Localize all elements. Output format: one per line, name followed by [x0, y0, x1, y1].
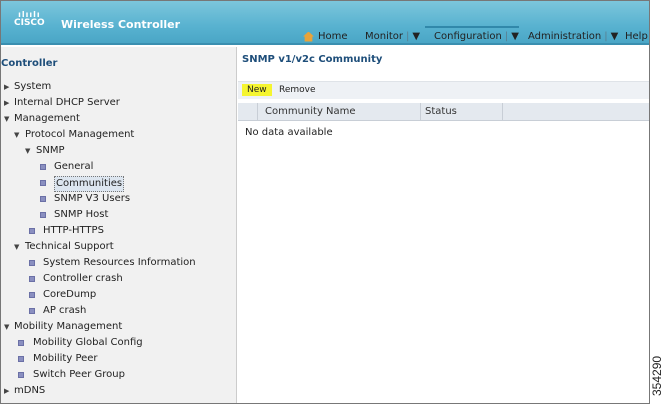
nav-administration[interactable]: Administration | ▼ [528, 28, 618, 45]
sidebar-item-mdns[interactable]: ▶ mDNS [1, 384, 237, 398]
sidebar-item-management[interactable]: ▼ Management [1, 112, 237, 126]
home-icon [303, 31, 314, 42]
chevron-down-icon: ▼ [511, 31, 519, 42]
sidebar-item-label: AP crash [43, 305, 87, 316]
nav-label: Configuration [434, 31, 502, 42]
bullet-icon [29, 308, 35, 314]
nav-help[interactable]: Help [625, 28, 648, 45]
bullet-icon [29, 260, 35, 266]
sidebar-item-label: Management [14, 113, 80, 124]
app-title: Wireless Controller [61, 18, 181, 31]
chevron-down-icon: ▼ [412, 31, 421, 42]
column-status[interactable]: Status [421, 103, 503, 121]
bullet-icon [29, 292, 35, 298]
sidebar-item-mobility-global-config[interactable]: Mobility Global Config [1, 336, 237, 350]
header: ılıılı CISCO Wireless Controller Home Mon… [1, 1, 649, 45]
sidebar-item-label: Technical Support [25, 241, 114, 252]
column-community-name[interactable]: Community Name [258, 103, 421, 121]
sidebar-item-label: Mobility Global Config [33, 337, 143, 348]
sidebar-item-label: HTTP-HTTPS [43, 225, 104, 236]
sidebar-item-snmp-host[interactable]: SNMP Host [1, 208, 237, 222]
new-button[interactable]: New [242, 84, 272, 96]
nav-label: Monitor [365, 31, 404, 42]
sidebar-item-snmp-v3-users[interactable]: SNMP V3 Users [1, 192, 237, 206]
collapsed-arrow-icon[interactable]: ▶ [4, 96, 9, 110]
sidebar-item-label: Protocol Management [25, 129, 135, 140]
collapsed-arrow-icon[interactable]: ▶ [4, 384, 9, 398]
nav-monitor[interactable]: Monitor | ▼ [365, 28, 420, 45]
nav-label: Home [318, 31, 348, 42]
bullet-icon [40, 212, 46, 218]
sidebar-item-snmp[interactable]: ▼ SNMP [1, 144, 237, 158]
nav-label: Administration [528, 31, 602, 42]
expanded-arrow-icon[interactable]: ▼ [14, 240, 19, 254]
sidebar-item-label: mDNS [14, 385, 46, 396]
sidebar: Controller ▶ System ▶ Internal DHCP Server ▼… [1, 47, 237, 403]
expanded-arrow-icon[interactable]: ▼ [25, 144, 30, 158]
sidebar-item-general[interactable]: General [1, 160, 237, 174]
sidebar-item-technical-support[interactable]: ▼ Technical Support [1, 240, 237, 254]
cisco-logo: ılıılı CISCO [14, 10, 45, 28]
toolbar: New Remove [238, 81, 649, 99]
sidebar-item-label: SNMP [36, 145, 65, 156]
sidebar-item-ap-crash[interactable]: AP crash [1, 304, 237, 318]
sidebar-item-mobility-peer[interactable]: Mobility Peer [1, 352, 237, 366]
sidebar-item-label: System Resources Information [43, 257, 196, 268]
remove-button[interactable]: Remove [279, 85, 316, 95]
table-header: Community Name Status [238, 103, 649, 121]
app-window: ılıılı CISCO Wireless Controller Home Mon… [0, 0, 650, 404]
collapsed-arrow-icon[interactable]: ▶ [4, 80, 9, 94]
bullet-icon [40, 180, 46, 186]
bullet-icon [18, 340, 24, 346]
expanded-arrow-icon[interactable]: ▼ [4, 112, 9, 126]
sidebar-item-mobility-management[interactable]: ▼ Mobility Management [1, 320, 237, 334]
nav-home[interactable]: Home [303, 28, 348, 45]
main-content: SNMP v1/v2c Community New Remove Communi… [238, 47, 649, 403]
select-column [238, 103, 258, 121]
bullet-icon [40, 196, 46, 202]
chevron-down-icon: ▼ [610, 31, 619, 42]
sidebar-item-label: System [14, 81, 52, 92]
sidebar-item-communities[interactable]: Communities [1, 176, 237, 192]
sidebar-item-label: General [54, 161, 94, 172]
sidebar-item-label: Switch Peer Group [33, 369, 125, 380]
sidebar-title: Controller [1, 58, 58, 69]
sidebar-item-system[interactable]: ▶ System [1, 80, 237, 94]
nav-label: Help [625, 31, 648, 42]
sidebar-item-internal-dhcp-server[interactable]: ▶ Internal DHCP Server [1, 96, 237, 110]
sidebar-item-http-https[interactable]: HTTP-HTTPS [1, 224, 237, 238]
sidebar-item-label: Internal DHCP Server [14, 97, 120, 108]
sidebar-item-label: Mobility Management [14, 321, 123, 332]
page-title: SNMP v1/v2c Community [242, 54, 383, 65]
expanded-arrow-icon[interactable]: ▼ [14, 128, 19, 142]
expanded-arrow-icon[interactable]: ▼ [4, 320, 9, 334]
nav-configuration[interactable]: Configuration | ▼ [425, 26, 519, 45]
bullet-icon [40, 164, 46, 170]
empty-message: No data available [245, 127, 333, 138]
bullet-icon [29, 276, 35, 282]
bullet-icon [18, 372, 24, 378]
sidebar-item-switch-peer-group[interactable]: Switch Peer Group [1, 368, 237, 382]
sidebar-item-system-resources-information[interactable]: System Resources Information [1, 256, 237, 270]
sidebar-item-controller-crash[interactable]: Controller crash [1, 272, 237, 286]
bullet-icon [29, 228, 35, 234]
sidebar-item-label: SNMP V3 Users [54, 193, 131, 204]
sidebar-item-label: Controller crash [43, 273, 123, 284]
sidebar-item-protocol-management[interactable]: ▼ Protocol Management [1, 128, 237, 142]
sidebar-item-label: CoreDump [43, 289, 97, 300]
sidebar-item-label: SNMP Host [54, 209, 109, 220]
figure-number: 354290 [650, 355, 663, 396]
sidebar-item-coredump[interactable]: CoreDump [1, 288, 237, 302]
sidebar-item-label: Communities [54, 176, 125, 192]
bullet-icon [18, 356, 24, 362]
sidebar-item-label: Mobility Peer [33, 353, 98, 364]
